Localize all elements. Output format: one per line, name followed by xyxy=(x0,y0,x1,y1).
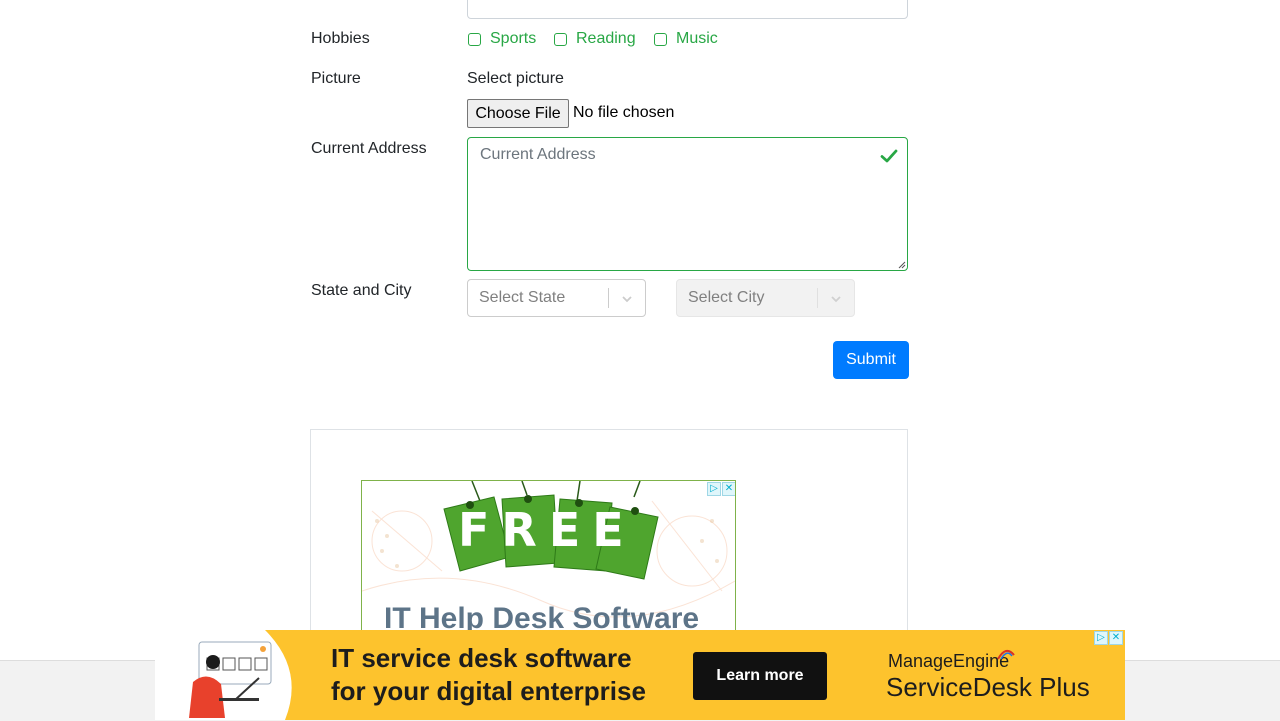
servicedesk-banner-ad[interactable]: IT service desk software for your digita… xyxy=(155,630,1125,720)
learn-more-button[interactable]: Learn more xyxy=(693,652,827,700)
chevron-down-icon[interactable] xyxy=(619,291,635,307)
reading-checkbox[interactable] xyxy=(554,32,567,46)
hobby-music[interactable]: Music xyxy=(654,30,718,48)
current-address-placeholder: Current Address xyxy=(480,146,596,163)
ad-info-icon[interactable]: ▷ xyxy=(707,482,721,496)
state-select[interactable]: Select State xyxy=(467,279,646,317)
hobby-sports[interactable]: Sports xyxy=(468,30,536,48)
ad-choices[interactable]: ▷ ✕ xyxy=(706,482,735,496)
previous-field-input[interactable] xyxy=(467,0,908,19)
select-picture-label: Select picture xyxy=(467,70,564,87)
help-desk-ad[interactable]: FREE IT Help Desk Software ▷ ✕ xyxy=(361,480,736,650)
choose-file-button[interactable]: Choose File xyxy=(467,99,569,128)
submit-button[interactable]: Submit xyxy=(833,341,909,379)
ad-close-icon[interactable]: ✕ xyxy=(722,482,735,496)
state-separator xyxy=(608,288,609,308)
picture-label: Picture xyxy=(311,70,361,87)
file-status-text: No file chosen xyxy=(573,104,675,121)
brand-arc-icon xyxy=(997,649,1015,660)
banner-line1: IT service desk software xyxy=(331,643,632,673)
valid-check-icon xyxy=(880,149,898,163)
banner-line2: for your digital enterprise xyxy=(331,676,646,706)
city-placeholder: Select City xyxy=(688,289,765,306)
music-label[interactable]: Music xyxy=(676,30,718,48)
hobby-reading[interactable]: Reading xyxy=(554,30,636,48)
sports-checkbox[interactable] xyxy=(468,32,481,46)
hobbies-label: Hobbies xyxy=(311,30,370,47)
ad-info-icon[interactable]: ▷ xyxy=(1094,631,1108,645)
state-placeholder: Select State xyxy=(479,289,566,306)
city-select[interactable]: Select City xyxy=(676,279,855,317)
music-checkbox[interactable] xyxy=(654,32,667,46)
product-name: ServiceDesk Plus xyxy=(886,672,1090,702)
ad-illustration xyxy=(155,630,292,720)
city-separator xyxy=(817,288,818,308)
chevron-down-icon[interactable] xyxy=(828,291,844,307)
current-address-label: Current Address xyxy=(311,140,427,157)
banner-ad-choices[interactable]: ▷ ✕ xyxy=(1093,631,1123,645)
sports-label[interactable]: Sports xyxy=(490,30,536,48)
reading-label[interactable]: Reading xyxy=(576,30,636,48)
resize-handle-icon[interactable] xyxy=(898,261,906,269)
brand-name: ManageEngine xyxy=(888,651,1010,671)
ad-close-icon[interactable]: ✕ xyxy=(1109,631,1123,645)
ad-headline: FREE xyxy=(458,503,636,557)
state-city-label: State and City xyxy=(311,282,412,299)
